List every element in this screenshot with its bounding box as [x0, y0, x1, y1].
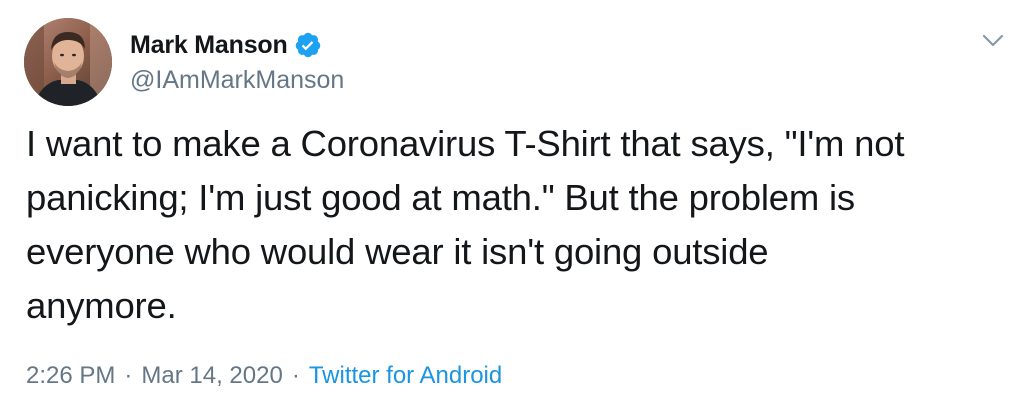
- display-name[interactable]: Mark Manson: [130, 31, 288, 60]
- separator-dot: ·: [124, 362, 133, 389]
- tweet-metadata: 2:26 PM · Mar 14, 2020 · Twitter for And…: [26, 362, 502, 390]
- verified-badge-icon: [294, 31, 322, 59]
- avatar[interactable]: [24, 18, 112, 106]
- tweet-source-link[interactable]: Twitter for Android: [309, 362, 502, 390]
- author-block: Mark Manson @IAmMarkManson: [130, 28, 344, 95]
- separator-dot: ·: [291, 362, 300, 389]
- tweet-date[interactable]: Mar 14, 2020: [141, 362, 282, 390]
- tweet-text: I want to make a Coronavirus T-Shirt tha…: [26, 123, 905, 326]
- profile-photo: [24, 18, 112, 106]
- tweet-time[interactable]: 2:26 PM: [26, 362, 115, 390]
- handle[interactable]: @IAmMarkManson: [130, 66, 344, 95]
- chevron-down-icon[interactable]: [982, 34, 1004, 48]
- name-row: Mark Manson: [130, 28, 344, 62]
- tweet-card: Mark Manson @IAmMarkManson I want to mak…: [0, 0, 1024, 403]
